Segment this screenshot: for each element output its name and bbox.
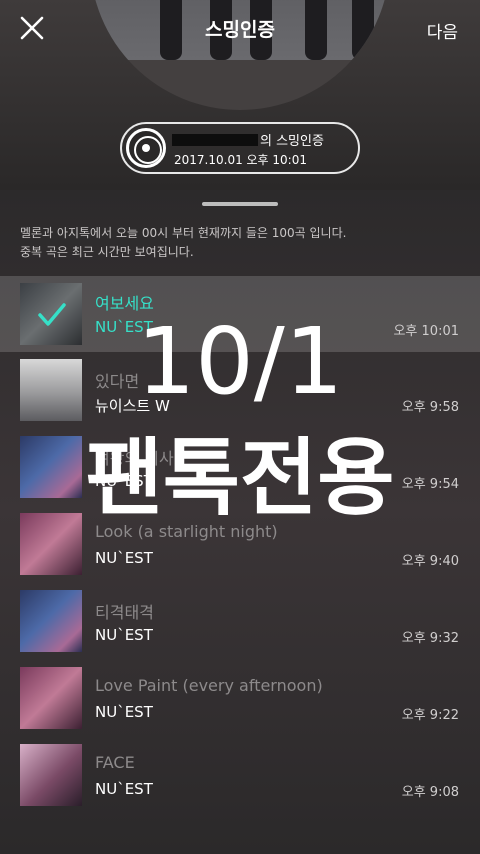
song-time: 오후 9:54 (401, 477, 459, 492)
song-time: 오후 9:58 (401, 400, 459, 415)
disc-icon (126, 128, 166, 168)
drag-handle[interactable] (202, 202, 278, 206)
song-title: FACE (95, 753, 135, 772)
song-artist: NU`EST (95, 780, 153, 798)
song-artist: NU`EST (95, 472, 153, 490)
song-title: Love Paint (every afternoon) (95, 676, 323, 695)
song-artist: NU`EST (95, 626, 153, 644)
album-thumbnail (20, 359, 82, 421)
song-artist: 뉴이스트 W (95, 397, 170, 415)
check-icon (38, 303, 66, 326)
info-line-2: 중복 곡은 최근 시간만 보여집니다. (20, 245, 194, 259)
song-row[interactable]: 있다면 뉴이스트 W 오후 9:58 (0, 352, 480, 428)
close-icon (20, 16, 44, 40)
close-button[interactable] (18, 14, 46, 42)
song-row[interactable]: 여왕의 기사 NU`EST 오후 9:54 (0, 429, 480, 505)
album-thumbnail (20, 283, 82, 345)
certificate-title: 의 스밍인증 (172, 130, 324, 149)
song-title: 티격태격 (95, 603, 154, 622)
next-button[interactable]: 다음 (427, 18, 458, 43)
redacted-username (172, 134, 258, 146)
song-artist: NU`EST (95, 549, 153, 567)
info-line-1: 멜론과 아지톡에서 오늘 00시 부터 현재까지 들은 100곡 입니다. (20, 226, 347, 240)
album-thumbnail (20, 590, 82, 652)
song-title: 있다면 (95, 372, 140, 391)
song-time: 오후 9:40 (401, 554, 459, 569)
certificate-badge: 의 스밍인증 2017.10.01 오후 10:01 (120, 122, 360, 174)
song-title: 여보세요 (95, 294, 154, 313)
song-row[interactable]: Look (a starlight night) NU`EST 오후 9:40 (0, 506, 480, 582)
album-disc: 스밍인증 (90, 0, 390, 110)
song-time: 오후 9:22 (401, 708, 459, 723)
album-thumbnail (20, 513, 82, 575)
album-thumbnail (20, 436, 82, 498)
song-time: 오후 9:32 (401, 631, 459, 646)
song-row[interactable]: 여보세요 NU`EST 오후 10:01 (0, 276, 480, 352)
song-time: 오후 10:01 (393, 324, 459, 339)
certificate-title-suffix: 의 스밍인증 (260, 134, 324, 149)
song-title: Look (a starlight night) (95, 522, 278, 541)
song-row[interactable]: Love Paint (every afternoon) NU`EST 오후 9… (0, 660, 480, 736)
album-thumbnail (20, 744, 82, 806)
album-thumbnail (20, 667, 82, 729)
info-text: 멜론과 아지톡에서 오늘 00시 부터 현재까지 들은 100곡 입니다. 중복… (20, 224, 346, 262)
song-artist: NU`EST (95, 703, 153, 721)
song-row[interactable]: FACE NU`EST 오후 9:08 (0, 737, 480, 813)
song-row[interactable]: 티격태격 NU`EST 오후 9:32 (0, 583, 480, 659)
page-title: 스밍인증 (205, 19, 275, 41)
song-time: 오후 9:08 (401, 785, 459, 800)
certificate-datetime: 2017.10.01 오후 10:01 (174, 153, 307, 167)
song-title: 여왕의 기사 (95, 449, 174, 468)
song-artist: NU`EST (95, 318, 153, 336)
